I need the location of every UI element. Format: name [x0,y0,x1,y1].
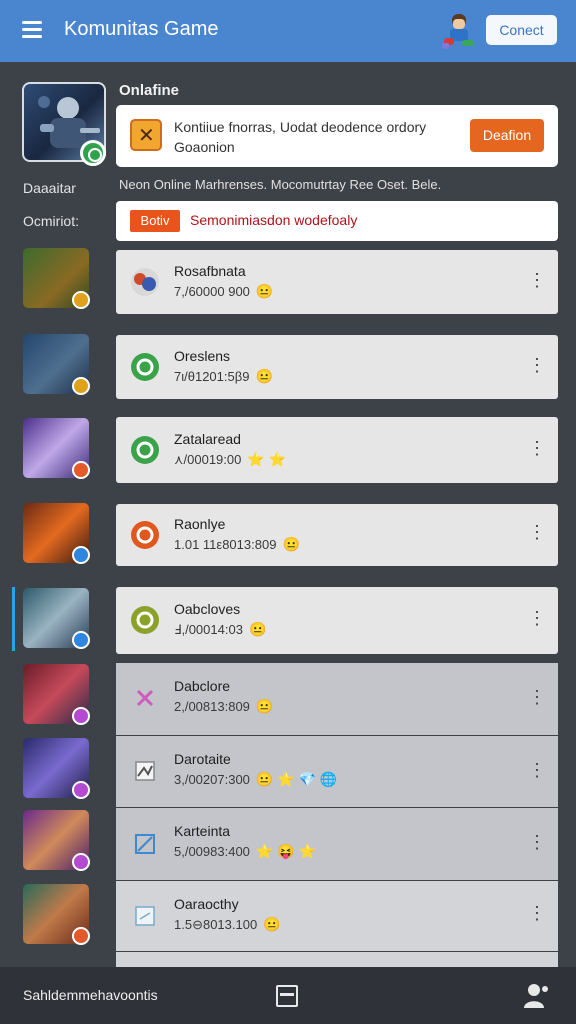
game-name: Rosafbnata [174,263,246,279]
game-avatar-icon [135,906,155,926]
more-vert-icon[interactable]: ⋮ [528,608,546,629]
emoji-icon: 😐 [282,536,300,552]
featured-text: Kontiiue fnorras, Uodat deodence ordory … [174,119,427,155]
game-avatar-icon [131,436,159,464]
more-vert-icon[interactable]: ⋮ [528,438,546,459]
more-vert-icon[interactable]: ⋮ [528,270,546,291]
emoji-icon: 😐 ⭐ 💎 🌐 [255,771,338,787]
game-card[interactable]: Raonlye 1.01 11ε8013:809 😐 ⋮ [116,504,558,566]
inbox-icon[interactable] [276,985,298,1007]
app-bar: Komunitas Game Conect [0,0,576,62]
game-avatar-icon [131,353,159,381]
selected-indicator [12,587,15,651]
game-avatar-icon [131,521,159,549]
game-name: Dabclore [174,678,231,694]
badge-icon [72,631,90,649]
featured-card: Kontiiue fnorras, Uodat deodence ordory … [116,105,558,167]
bottom-label[interactable]: Sahldemmehavoontis [23,987,158,1003]
connect-button[interactable]: Conect [486,15,557,45]
badge-icon [72,707,90,725]
game-avatar-icon [131,268,159,296]
side-label-community: Ocmiriot: [23,213,79,229]
game-name: Oreslens [174,348,231,364]
emoji-icon: 😐 [263,916,281,932]
online-status-icon [80,140,106,166]
badge-icon [72,927,90,945]
section-title: Onlafine [119,82,180,99]
emoji-icon: 😐 [255,368,273,384]
game-meta: ⋏/00019:00 ⭐ ⭐ [174,451,287,467]
emoji-icon: 😐 [255,698,274,714]
info-line: Neon Online Marhrenses. Mocomutrtay Ree … [119,177,442,192]
more-vert-icon[interactable]: ⋮ [528,687,546,708]
game-meta: 1.5⊖8013.100 😐 [174,916,281,932]
game-card[interactable]: Oabcloves Ⅎ,/00014:03 😐 ⋮ [116,587,558,654]
game-meta: 7ι/θ1201:5β9 😐 [174,368,273,384]
game-meta: 1.01 11ε8013:809 😐 [174,536,300,552]
more-vert-icon[interactable]: ⋮ [528,832,546,853]
emoji-icon: 😐 [248,621,267,637]
game-card[interactable]: Rosafbnata 7,/60000 900 😐 ⋮ [116,250,558,314]
emoji-icon: ⭐ 😝 ⭐ [255,843,316,859]
game-avatar-icon [135,761,155,781]
notice-tag: Botiv [130,210,180,232]
game-meta: Ⅎ,/00014:03 😐 [174,621,267,637]
badge-icon [72,291,90,309]
more-vert-icon[interactable]: ⋮ [528,355,546,376]
mascot-logo [442,14,474,49]
emoji-icon: ⭐ ⭐ [247,451,287,467]
game-card-partial[interactable] [116,952,558,967]
crossed-swords-icon [130,119,162,151]
game-card[interactable]: Oaraocthy 1.5⊖8013.100 😐 ⋮ [116,881,558,951]
more-vert-icon[interactable]: ⋮ [528,522,546,543]
game-avatar-icon [131,606,159,634]
emoji-icon: 😐 [255,283,274,299]
badge-icon [72,546,90,564]
menu-icon[interactable] [22,21,42,39]
badge-icon [72,377,90,395]
game-avatar-icon [135,834,155,854]
game-card[interactable]: Darotaite 3,/00207:300 😐 ⭐ 💎 🌐 ⋮ [116,736,558,807]
app-title: Komunitas Game [64,18,219,40]
game-card[interactable]: Oreslens 7ι/θ1201:5β9 😐 ⋮ [116,335,558,399]
badge-icon [72,853,90,871]
more-vert-icon[interactable]: ⋮ [528,903,546,924]
game-name: Darotaite [174,751,231,767]
game-name: Oaraocthy [174,896,239,912]
side-label-profile: Daaaitar [23,180,76,196]
game-name: Zatalaread [174,431,241,447]
game-meta: 7,/60000 900 😐 [174,283,274,299]
game-avatar-icon [136,689,154,707]
game-name: Karteinta [174,823,231,839]
featured-button[interactable]: Deafion [470,119,544,152]
game-card[interactable]: Zatalaread ⋏/00019:00 ⭐ ⭐ ⋮ [116,417,558,483]
notice-card[interactable]: Botiv Semonimiasdon wodefoaly [116,201,558,241]
game-meta: 5,/00983:400 ⭐ 😝 ⭐ [174,843,316,859]
game-name: Raonlye [174,516,226,532]
bottom-bar: Sahldemmehavoontis [0,967,576,1024]
game-card[interactable]: Dabclore 2,/00813:809 😐 ⋮ [116,663,558,735]
more-vert-icon[interactable]: ⋮ [528,760,546,781]
badge-icon [72,781,90,799]
notice-text: Semonimiasdon wodefoaly [190,212,358,228]
game-meta: 3,/00207:300 😐 ⭐ 💎 🌐 [174,771,338,787]
game-card[interactable]: Karteinta 5,/00983:400 ⭐ 😝 ⭐ ⋮ [116,808,558,880]
user-icon[interactable] [522,981,550,1009]
badge-icon [72,461,90,479]
game-name: Oabcloves [174,601,241,617]
game-meta: 2,/00813:809 😐 [174,698,274,714]
